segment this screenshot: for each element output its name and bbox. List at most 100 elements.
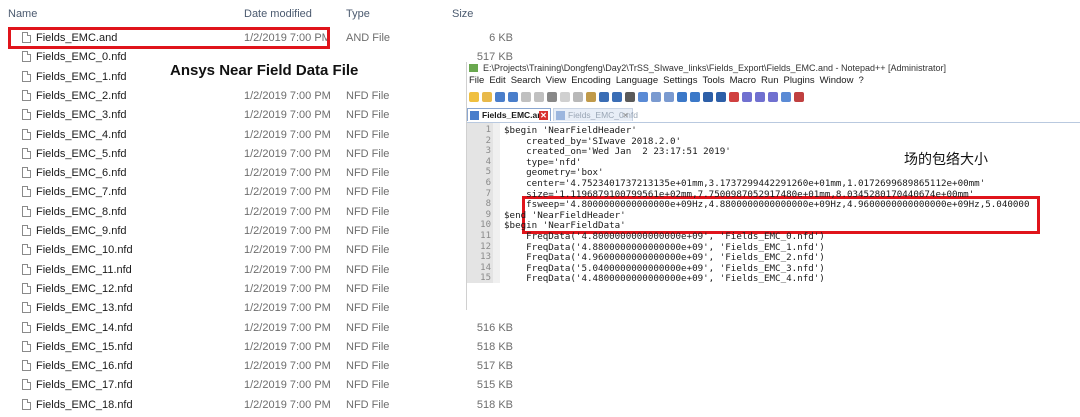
find-icon[interactable]: [625, 92, 635, 102]
menu-item[interactable]: Tools: [702, 75, 724, 86]
save-all-icon[interactable]: [508, 92, 518, 102]
menu-item[interactable]: Search: [511, 75, 541, 86]
file-name: Fields_EMC_1.nfd: [36, 70, 127, 83]
file-row[interactable]: Fields_EMC_4.nfd 1/2/2019 7:00 PM NFD File: [0, 127, 540, 145]
all-chars-icon[interactable]: [703, 92, 713, 102]
menu-item[interactable]: ?: [858, 75, 863, 86]
file-row[interactable]: Fields_EMC_10.nfd 1/2/2019 7:00 PM NFD Fil…: [0, 242, 540, 260]
file-row[interactable]: Fields_EMC_17.nfd 1/2/2019 7:00 PM NFD Fil…: [0, 377, 540, 395]
file-date: 1/2/2019 7:00 PM: [244, 379, 331, 392]
file-row[interactable]: Fields_EMC_9.nfd 1/2/2019 7:00 PM NFD File: [0, 223, 540, 241]
spellcheck-icon[interactable]: [794, 92, 804, 102]
file-row[interactable]: Fields_EMC_2.nfd 1/2/2019 7:00 PM NFD File: [0, 88, 540, 106]
line-number: 5: [485, 167, 491, 178]
file-size: 515 KB: [476, 379, 513, 392]
annotation-envelope-size: 场的包络大小: [904, 151, 988, 167]
column-date-header[interactable]: Date modified: [244, 8, 312, 20]
file-type: NFD File: [346, 186, 390, 199]
close-all-icon[interactable]: [534, 92, 544, 102]
line-number: 10: [480, 220, 491, 231]
file-icon: [22, 263, 31, 275]
close-tab-icon[interactable]: ✕: [621, 111, 630, 120]
file-name: Fields_EMC_16.nfd: [36, 360, 133, 373]
file-date: 1/2/2019 7:00 PM: [244, 205, 331, 218]
menu-item[interactable]: Edit: [489, 75, 505, 86]
play-macro-icon[interactable]: [755, 92, 765, 102]
file-row[interactable]: Fields_EMC_5.nfd 1/2/2019 7:00 PM NFD File: [0, 146, 540, 164]
file-row[interactable]: Fields_EMC_15.nfd 1/2/2019 7:00 PM NFD Fil…: [0, 339, 540, 357]
new-file-icon[interactable]: [469, 92, 479, 102]
fold-margin: [493, 123, 500, 283]
file-type: NFD File: [346, 360, 390, 373]
code-line: fsweep='4.8000000000000000e+09Hz,4.88000…: [504, 199, 1030, 211]
run-macro-icon[interactable]: [768, 92, 778, 102]
line-number: 2: [485, 135, 491, 146]
file-date: 1/2/2019 7:00 PM: [244, 321, 331, 334]
cut-icon[interactable]: [560, 92, 570, 102]
file-row[interactable]: Fields_EMC_6.nfd 1/2/2019 7:00 PM NFD File: [0, 165, 540, 183]
paste-icon[interactable]: [586, 92, 596, 102]
file-type: NFD File: [346, 282, 390, 295]
file-icon: [22, 89, 31, 101]
file-type: NFD File: [346, 167, 390, 180]
notepad-title-bar: E:\Projects\Training\Dongfeng\Day2\TrSS_…: [467, 62, 1080, 74]
menu-item[interactable]: View: [546, 75, 566, 86]
file-row[interactable]: Fields_EMC_7.nfd 1/2/2019 7:00 PM NFD File: [0, 184, 540, 202]
file-name: Fields_EMC_5.nfd: [36, 147, 127, 160]
code-line: $begin 'NearFieldData': [504, 220, 626, 232]
redo-icon[interactable]: [612, 92, 622, 102]
column-name-header[interactable]: Name: [8, 8, 37, 20]
file-row[interactable]: Fields_EMC_18.nfd 1/2/2019 7:00 PM NFD Fil…: [0, 397, 540, 415]
close-icon[interactable]: [521, 92, 531, 102]
menu-item[interactable]: Window: [820, 75, 854, 86]
line-number: 9: [485, 209, 491, 220]
file-row[interactable]: Fields_EMC_13.nfd 1/2/2019 7:00 PM NFD Fil…: [0, 300, 540, 318]
line-number: 4: [485, 156, 491, 167]
column-size-header[interactable]: Size: [452, 8, 473, 20]
file-row[interactable]: Fields_EMC_14.nfd 1/2/2019 7:00 PM NFD Fil…: [0, 320, 540, 338]
file-row[interactable]: Fields_EMC_16.nfd 1/2/2019 7:00 PM NFD Fil…: [0, 358, 540, 376]
wrap-icon[interactable]: [690, 92, 700, 102]
stop-macro-icon[interactable]: [742, 92, 752, 102]
menu-item[interactable]: Run: [761, 75, 778, 86]
file-name: Fields_EMC_0.nfd: [36, 51, 127, 64]
indent-guide-icon[interactable]: [716, 92, 726, 102]
file-name: Fields_EMC_2.nfd: [36, 89, 127, 102]
file-row[interactable]: Fields_EMC_8.nfd 1/2/2019 7:00 PM NFD File: [0, 204, 540, 222]
code-editor[interactable]: 场的包络大小 1 $begin 'NearFieldHeader' 2 create…: [467, 123, 1080, 284]
file-row[interactable]: Fields_EMC_3.nfd 1/2/2019 7:00 PM NFD File: [0, 107, 540, 125]
menu-item[interactable]: Macro: [730, 75, 756, 86]
menu-item[interactable]: File: [469, 75, 484, 86]
file-row[interactable]: Fields_EMC_12.nfd 1/2/2019 7:00 PM NFD Fil…: [0, 281, 540, 299]
file-name: Fields_EMC_12.nfd: [36, 282, 133, 295]
zoom-in-icon[interactable]: [651, 92, 661, 102]
tab-fields-emc-and[interactable]: Fields_EMC.and ✕: [467, 108, 551, 121]
file-type: NFD File: [346, 128, 390, 141]
code-line: created_on='Wed Jan 2 23:17:51 2019': [504, 146, 731, 158]
menu-item[interactable]: Settings: [663, 75, 697, 86]
file-icon: [22, 302, 31, 314]
copy-icon[interactable]: [573, 92, 583, 102]
line-number: 11: [480, 231, 491, 241]
file-row[interactable]: Fields_EMC_11.nfd 1/2/2019 7:00 PM NFD Fil…: [0, 262, 540, 280]
close-tab-icon[interactable]: ✕: [539, 111, 548, 120]
replace-icon[interactable]: [638, 92, 648, 102]
record-macro-icon[interactable]: [729, 92, 739, 102]
code-line: FreqData('4.8000000000000000e+09', 'Fiel…: [504, 231, 825, 242]
file-name: Fields_EMC_4.nfd: [36, 128, 127, 141]
print-icon[interactable]: [547, 92, 557, 102]
file-name: Fields_EMC_7.nfd: [36, 186, 127, 199]
menu-item[interactable]: Encoding: [571, 75, 611, 86]
open-file-icon[interactable]: [482, 92, 492, 102]
zoom-out-icon[interactable]: [664, 92, 674, 102]
undo-icon[interactable]: [599, 92, 609, 102]
menu-item[interactable]: Plugins: [783, 75, 814, 86]
column-type-header[interactable]: Type: [346, 8, 370, 20]
line-number: 13: [480, 252, 491, 263]
save-icon[interactable]: [495, 92, 505, 102]
tab-fields-emc-0-nfd[interactable]: Fields_EMC_0.nfd ✕: [553, 108, 638, 121]
file-size: 518 KB: [476, 398, 513, 411]
menu-item[interactable]: Language: [616, 75, 658, 86]
sync-scroll-icon[interactable]: [677, 92, 687, 102]
save-macro-icon[interactable]: [781, 92, 791, 102]
